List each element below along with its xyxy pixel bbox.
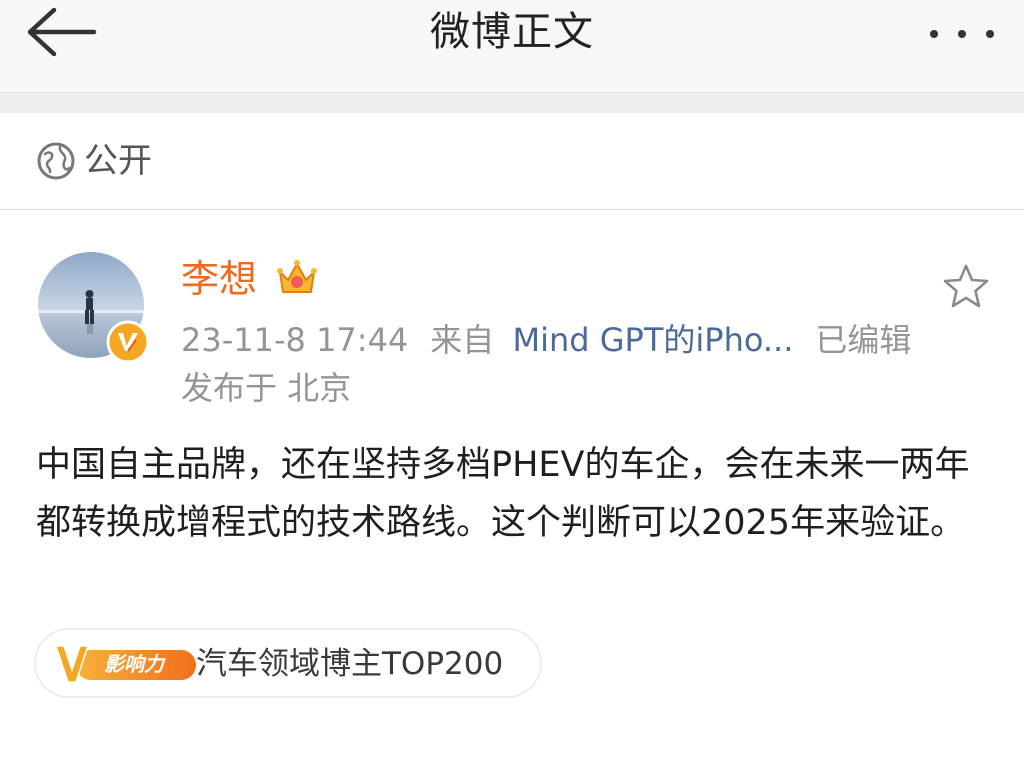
star-outline-icon bbox=[943, 264, 989, 308]
post-location: 发布于 北京 bbox=[181, 369, 352, 407]
influence-tag-label: 汽车领域博主TOP200 bbox=[196, 646, 504, 682]
source-link[interactable]: Mind GPT的iPho... bbox=[512, 321, 793, 359]
source-prefix: 来自 bbox=[430, 321, 495, 359]
visibility-label: 公开 bbox=[84, 141, 152, 181]
influence-tag[interactable]: 影响力 汽车领域博主TOP200 bbox=[34, 628, 542, 698]
post-meta: 23-11-8 17:44 来自 Mind GPT的iPho... 已编辑 bbox=[181, 318, 911, 362]
back-button[interactable] bbox=[22, 4, 102, 60]
verified-v-icon bbox=[106, 320, 150, 364]
arrow-left-icon bbox=[27, 7, 97, 57]
visibility-row: 公开 bbox=[0, 113, 1024, 210]
post-text: 中国自主品牌，还在坚持多档PHEV的车企，会在未来一两年都转换成增程式的技术路线… bbox=[36, 445, 970, 543]
top-navigation-bar: 微博正文 bbox=[0, 0, 1024, 93]
section-divider bbox=[0, 93, 1024, 113]
globe-icon bbox=[37, 142, 75, 180]
page-title: 微博正文 bbox=[430, 9, 594, 55]
edited-label[interactable]: 已编辑 bbox=[815, 321, 911, 359]
author-name[interactable]: 李想 bbox=[181, 254, 257, 304]
more-options-button[interactable] bbox=[920, 14, 1004, 54]
crown-icon[interactable] bbox=[276, 258, 318, 298]
favorite-button[interactable] bbox=[940, 262, 992, 312]
influence-badge-text: 影响力 bbox=[104, 652, 164, 676]
more-dots-icon bbox=[930, 30, 994, 38]
post-timestamp: 23-11-8 17:44 bbox=[181, 321, 409, 359]
